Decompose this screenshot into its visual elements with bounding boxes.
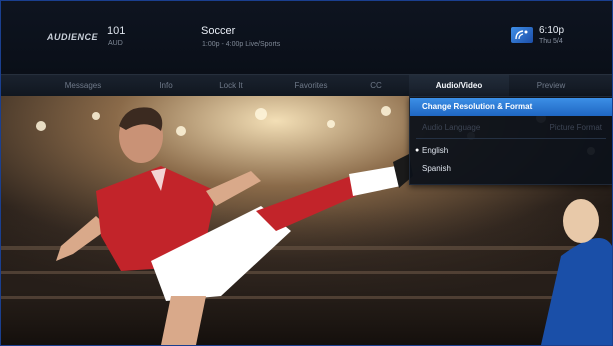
- channel-callsign: AUD: [108, 40, 123, 47]
- language-option-label: Spanish: [422, 164, 451, 173]
- menu-item-cc[interactable]: CC: [356, 75, 396, 97]
- menu-bar: Messages Info Lock It Favorites CC Audio…: [1, 74, 612, 97]
- satellite-dish-icon: [511, 27, 533, 43]
- program-details: 1:00p - 4:00p Live/Sports: [202, 41, 281, 48]
- menu-option-disabled: Audio Language Picture Format: [410, 119, 612, 137]
- disabled-right-label: Picture Format: [549, 123, 602, 132]
- language-option-label: English: [422, 146, 449, 155]
- clock-time: 6:10p: [539, 25, 565, 36]
- menu-item-preview[interactable]: Preview: [516, 75, 586, 97]
- language-option-spanish[interactable]: Spanish: [410, 160, 612, 178]
- language-option-english[interactable]: ● English: [410, 142, 612, 160]
- audio-video-dropdown: Change Resolution & Format Audio Languag…: [409, 96, 612, 185]
- menu-item-audio-video[interactable]: Audio/Video: [409, 75, 509, 97]
- menu-item-favorites[interactable]: Favorites: [276, 75, 346, 97]
- menu-item-lock-it[interactable]: Lock It: [201, 75, 261, 97]
- channel-number: 101: [107, 25, 126, 37]
- clock-date: Thu 5/4: [539, 38, 563, 45]
- menu-item-messages[interactable]: Messages: [43, 75, 123, 97]
- tv-screen: AUDIENCE 101 AUD Soccer 1:00p - 4:00p Li…: [0, 0, 613, 346]
- header-bar: AUDIENCE 101 AUD Soccer 1:00p - 4:00p Li…: [1, 1, 612, 74]
- disabled-left-label: Audio Language: [422, 123, 481, 132]
- menu-option-change-resolution[interactable]: Change Resolution & Format: [410, 98, 612, 116]
- menu-item-info[interactable]: Info: [141, 75, 191, 97]
- program-title: Soccer: [201, 25, 236, 37]
- channel-logo: AUDIENCE: [47, 32, 99, 42]
- dropdown-divider: [416, 138, 606, 139]
- bullet-icon: ●: [415, 147, 420, 154]
